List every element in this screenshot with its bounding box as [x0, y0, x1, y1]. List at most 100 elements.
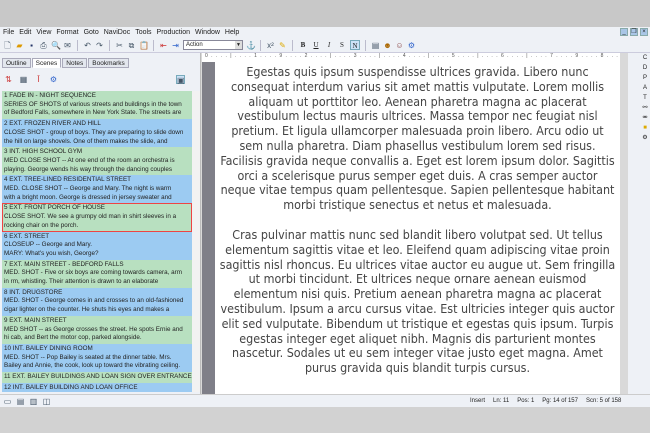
scene-heading: 4 EXT. TREE-LINED RESIDENTIAL STREET [4, 176, 132, 184]
underline-button[interactable]: U [311, 40, 321, 50]
scene-item[interactable]: 5 EXT. FRONT PORCH OF HOUSE CLOSE SHOT. W… [2, 203, 192, 232]
p-icon[interactable]: P [640, 73, 650, 83]
email-icon[interactable]: ✉ [63, 41, 72, 50]
document-paragraph[interactable]: Egestas quis ipsum suspendisse ultrices … [215, 62, 620, 213]
previous-scene-icon[interactable]: ⇤ [159, 41, 168, 50]
settings-gear-icon[interactable]: ⚙ [407, 41, 416, 50]
scene-summary-line: MED SHOT -- as George crosses the street… [4, 325, 183, 333]
scene-summary-line: rocking chair on the porch. [4, 221, 79, 229]
normal-button[interactable]: N [350, 40, 360, 50]
scene-item[interactable]: 8 INT. DRUGSTORE MED. SHOT - George comes… [2, 287, 192, 316]
print-icon[interactable]: ⎙ [39, 41, 48, 50]
new-file-icon[interactable]: 🗋 [3, 41, 12, 50]
menu-bar: File Edit View Format Goto NaviDoc Tools Produc… [0, 27, 650, 38]
save-icon[interactable]: ▪ [27, 41, 36, 50]
t-icon[interactable]: T [640, 93, 650, 103]
bold-button[interactable]: B [298, 40, 308, 50]
scene-item[interactable]: 1 FADE IN - NIGHT SEQUENCE SERIES OF SHOT… [2, 91, 192, 120]
italic-button[interactable]: I [324, 40, 334, 50]
menu-format[interactable]: Format [56, 29, 78, 36]
script-page[interactable]: Egestas quis ipsum suspendisse ultrices … [215, 62, 620, 394]
tab-outline[interactable]: Outline [2, 58, 31, 68]
menu-edit[interactable]: Edit [19, 29, 31, 36]
superscript-icon[interactable]: x² [266, 41, 275, 50]
scene-item[interactable]: 4 EXT. TREE-LINED RESIDENTIAL STREET MED.… [2, 175, 192, 204]
speed-view-icon[interactable]: ▥ [29, 397, 38, 406]
menu-window[interactable]: Window [195, 29, 220, 36]
open-folder-icon[interactable]: ▰ [15, 41, 24, 50]
scene-item[interactable]: 2 EXT. FROZEN RIVER AND HILL CLOSE SHOT -… [2, 119, 192, 148]
menu-tools[interactable]: Tools [135, 29, 151, 36]
d-icon[interactable]: D [640, 63, 650, 73]
document-scrollbar[interactable] [628, 53, 640, 394]
print-preview-icon[interactable]: 🔍 [51, 41, 61, 50]
minimize-button[interactable]: _ [620, 28, 628, 36]
scene-item[interactable]: 11 EXT. BAILEY BUILDINGS AND LOAN SIGN O… [2, 372, 192, 383]
menu-navidoc[interactable]: NaviDoc [104, 29, 130, 36]
sort-icon[interactable]: ⇅ [4, 75, 13, 84]
document-paragraph[interactable]: Cras pulvinar mattis nunc sed blandit li… [215, 213, 620, 376]
chevron-down-icon[interactable]: ▼ [235, 41, 242, 49]
scene-summary-line: MED. CLOSE SHOT -- George and Mary. The … [4, 185, 172, 193]
scene-item[interactable]: 7 EXT. MAIN STREET - BEDFORD FALLS MED. S… [2, 259, 192, 288]
normal-view-icon[interactable]: ▤ [16, 397, 25, 406]
panel-settings-icon[interactable]: ⚙ [49, 75, 58, 84]
paste-icon[interactable]: 📋 [139, 41, 149, 50]
gear-icon[interactable]: ⚙ [640, 133, 650, 143]
scene-summary-line: MED CLOSE SHOT -- At one end of the room… [4, 156, 175, 164]
menu-production[interactable]: Production [157, 29, 190, 36]
copy-icon[interactable]: ⧉ [127, 41, 136, 50]
page-view-icon[interactable]: ▭ [3, 397, 12, 406]
scene-list-scrollbar[interactable] [192, 91, 200, 392]
scene-filter-icon[interactable]: ▦ [19, 75, 28, 84]
scene-item[interactable]: 3 INT. HIGH SCHOOL GYM MED CLOSE SHOT -- … [2, 147, 192, 176]
highlight-icon[interactable]: ✎ [278, 41, 287, 50]
scene-summary-line: with a bright moon. George is dressed in… [4, 193, 172, 201]
color-view-icon[interactable]: ▣ [176, 74, 185, 85]
cast-icon[interactable]: ☺ [395, 41, 404, 50]
next-scene-icon[interactable]: ⇥ [171, 41, 180, 50]
right-toolbar: C D P A T ⚯ ⚮ ■ ⚙ [640, 53, 650, 394]
menu-view[interactable]: View [36, 29, 51, 36]
strikethrough-button[interactable]: S [337, 40, 347, 50]
undo-icon[interactable]: ↶ [83, 41, 92, 50]
note-icon[interactable]: ■ [640, 123, 650, 133]
characters-icon[interactable]: ☻ [383, 41, 392, 50]
split-view-icon[interactable]: ◫ [42, 397, 51, 406]
dual-dialogue-icon[interactable]: ⚯ [640, 103, 650, 113]
scene-properties-icon[interactable]: ▤ [371, 41, 380, 50]
status-bar: ▭ ▤ ▥ ◫ Insert Ln: 11 Pos: 1 Pg: 14 of 1… [0, 394, 650, 407]
redo-icon[interactable]: ↷ [95, 41, 104, 50]
scene-summary-line: MED. SHOT - George comes in and crosses … [4, 297, 184, 305]
element-type-select[interactable]: Action ▼ [183, 40, 243, 50]
panel-toolbar: ⇅ ▦ Ī ⚙ ▣ [4, 72, 200, 86]
insert-element-icon[interactable]: ⚓ [246, 41, 256, 50]
a-icon[interactable]: A [640, 83, 650, 93]
scene-item[interactable]: 6 EXT. STREET CLOSEUP -- George and Mary.… [2, 231, 192, 260]
close-button[interactable]: × [640, 28, 648, 36]
shot-icon[interactable]: ⚮ [640, 113, 650, 123]
menu-file[interactable]: File [3, 29, 14, 36]
c-icon[interactable]: C [640, 53, 650, 63]
scene-heading: 6 EXT. STREET [4, 232, 50, 240]
ruler: 0 . . . . | . . . . 1 . . . . 9 . . . . … [202, 53, 620, 62]
scene-summary-line: CLOSE SHOT. We see a grumpy old man in s… [4, 213, 177, 221]
scene-heading: 3 INT. HIGH SCHOOL GYM [4, 148, 83, 156]
menu-help[interactable]: Help [225, 29, 239, 36]
tab-notes[interactable]: Notes [62, 58, 88, 68]
divider [365, 39, 366, 51]
menu-goto[interactable]: Goto [84, 29, 99, 36]
desktop-background [0, 407, 650, 433]
scene-item[interactable]: 10 INT. BAILEY DINING ROOM MED. SHOT -- P… [2, 343, 192, 373]
scene-item[interactable]: 9 EXT. MAIN STREET MED SHOT -- as George … [2, 315, 192, 344]
cut-icon[interactable]: ✂ [115, 41, 124, 50]
tab-bookmarks[interactable]: Bookmarks [88, 58, 129, 68]
restore-button[interactable]: ❐ [630, 28, 638, 36]
scene-indicator: Scn: 5 of 158 [585, 398, 622, 404]
scene-item[interactable]: 12 INT. BAILEY BUILDING AND LOAN OFFICEC… [2, 382, 192, 392]
tab-scenes[interactable]: Scenes [31, 58, 62, 68]
scene-summary-line: CLOSE SHOT - group of boys. They are pre… [4, 128, 184, 136]
scene-heading: 12 INT. BAILEY BUILDING AND LOAN OFFICE [4, 383, 138, 391]
scene-height-icon[interactable]: Ī [34, 75, 43, 84]
scene-summary-line: of Bedford Falls, somewhere in New York … [4, 109, 182, 117]
